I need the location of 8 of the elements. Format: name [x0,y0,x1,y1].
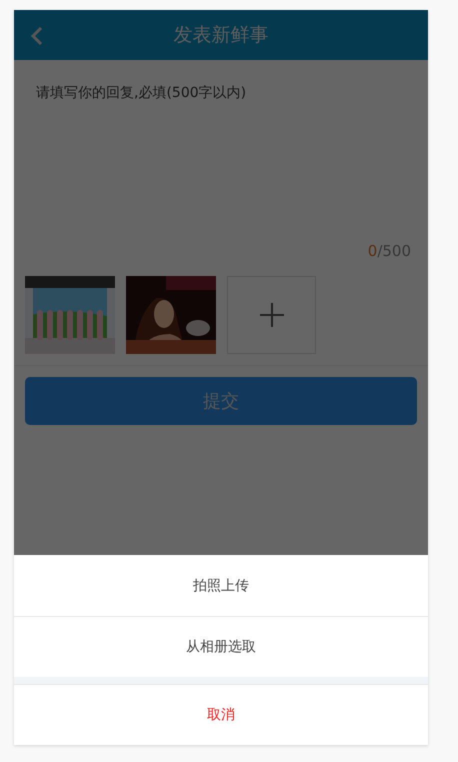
cancel-button[interactable]: 取消 [14,684,428,745]
action-sheet-item[interactable]: 拍照上传 [14,555,428,616]
add-photo-button[interactable] [227,276,316,354]
page-title: 发表新鲜事 [174,23,268,48]
plus-icon [258,302,284,328]
reply-field[interactable]: 请填写你的回复,必填(500字以内) [14,60,428,228]
back-icon[interactable] [30,26,44,46]
action-sheet-item[interactable]: 从相册选取 [14,616,428,677]
